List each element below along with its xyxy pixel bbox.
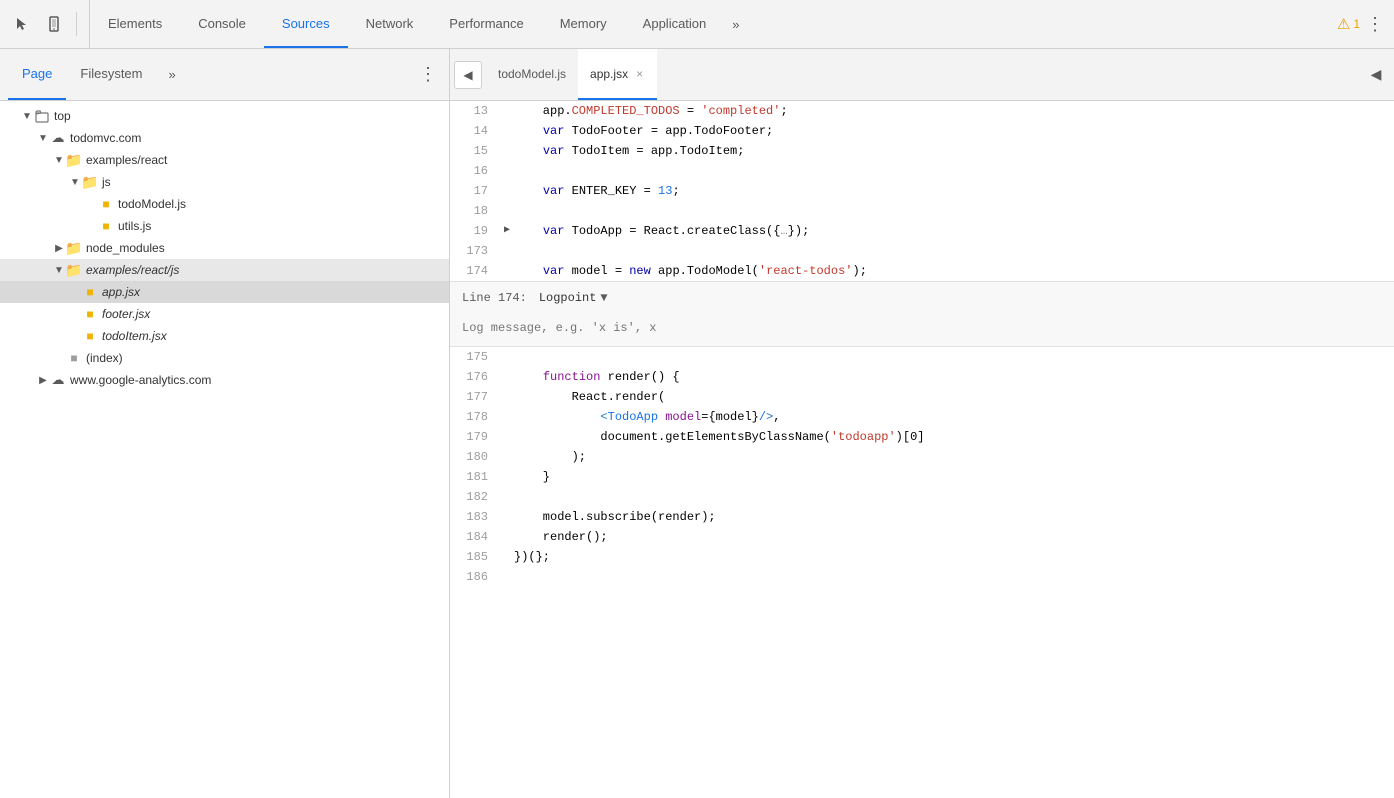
editor-tab-appjsx[interactable]: app.jsx ×	[578, 49, 657, 100]
tab-memory[interactable]: Memory	[542, 0, 625, 48]
logpoint-input-row	[450, 314, 1394, 346]
more-tabs-button[interactable]: »	[724, 0, 747, 48]
logpoint-overlay: Line 174: Logpoint ▼	[450, 281, 1394, 347]
sidebar-menu-button[interactable]: ⋮	[415, 60, 441, 89]
file-icon-todoitem-jsx: ■	[82, 328, 98, 344]
sidebar-more-tabs[interactable]: »	[161, 67, 184, 82]
file-icon-app-jsx: ■	[82, 284, 98, 300]
tab-elements[interactable]: Elements	[90, 0, 180, 48]
tree-item-todoitem-jsx[interactable]: ■ todoItem.jsx	[0, 325, 449, 347]
warning-icon: ⚠	[1337, 15, 1350, 33]
tree-item-examples-react-js[interactable]: 📁 examples/react/js	[0, 259, 449, 281]
nav-tabs: Elements Console Sources Network Perform…	[90, 0, 1327, 48]
folder-icon-node-modules: 📁	[66, 240, 82, 256]
logpoint-input[interactable]	[462, 321, 1382, 335]
tree-arrow-todomvc[interactable]	[36, 131, 50, 145]
tab-application[interactable]: Application	[625, 0, 725, 48]
sidebar-tab-filesystem[interactable]: Filesystem	[66, 49, 156, 100]
nav-icon-group	[0, 0, 90, 48]
logpoint-type: Logpoint ▼	[539, 288, 608, 308]
top-nav: Elements Console Sources Network Perform…	[0, 0, 1394, 49]
code-line-184: 184 render();	[450, 527, 1394, 547]
code-line-180: 180 );	[450, 447, 1394, 467]
code-line-174: 174 var model = new app.TodoModel('react…	[450, 261, 1394, 281]
code-line-13: 13 app.COMPLETED_TODOS = 'completed';	[450, 101, 1394, 121]
sidebar: Page Filesystem » ⋮ top	[0, 49, 450, 798]
editor-tab-todomodel[interactable]: todoModel.js	[486, 49, 578, 100]
code-line-176: 176 function render() {	[450, 367, 1394, 387]
cloud-icon-todomvc: ☁	[50, 130, 66, 146]
logpoint-dropdown[interactable]: ▼	[600, 288, 607, 308]
code-line-173: 173	[450, 241, 1394, 261]
warning-badge[interactable]: ⚠ 1	[1337, 15, 1360, 33]
more-options-button[interactable]: ⋮	[1366, 14, 1384, 35]
tree-item-google-analytics[interactable]: ☁ www.google-analytics.com	[0, 369, 449, 391]
folder-icon-examples-react: 📁	[66, 152, 82, 168]
file-icon-todomodel: ■	[98, 196, 114, 212]
main-layout: Page Filesystem » ⋮ top	[0, 49, 1394, 798]
code-line-175: 175	[450, 347, 1394, 367]
code-view[interactable]: 13 app.COMPLETED_TODOS = 'completed'; 14…	[450, 101, 1394, 798]
code-line-185: 185 })(};	[450, 547, 1394, 567]
code-line-183: 183 model.subscribe(render);	[450, 507, 1394, 527]
tree-item-app-jsx[interactable]: ■ app.jsx	[0, 281, 449, 303]
tree-arrow-google-analytics[interactable]	[36, 373, 50, 387]
tree-item-todomodel[interactable]: ■ todoModel.js	[0, 193, 449, 215]
tree-arrow-top[interactable]	[20, 109, 34, 123]
sidebar-tree: top ☁ todomvc.com 📁 examples/react	[0, 101, 449, 798]
tab-network[interactable]: Network	[348, 0, 432, 48]
editor-tabs: ◀ todoModel.js app.jsx × ◀	[450, 49, 1394, 101]
file-icon-index: ■	[66, 350, 82, 366]
tree-arrow-node-modules[interactable]	[52, 241, 66, 255]
tree-arrow-examples-react[interactable]	[52, 153, 66, 167]
tree-item-examples-react[interactable]: 📁 examples/react	[0, 149, 449, 171]
tree-arrow-examples-react-js[interactable]	[52, 263, 66, 277]
cursor-icon[interactable]	[8, 10, 36, 38]
tree-item-top[interactable]: top	[0, 105, 449, 127]
editor-back-button[interactable]: ◀	[454, 61, 482, 89]
tree-item-footer-jsx[interactable]: ■ footer.jsx	[0, 303, 449, 325]
tree-item-todomvc[interactable]: ☁ todomvc.com	[0, 127, 449, 149]
cloud-icon-google-analytics: ☁	[50, 372, 66, 388]
code-line-186: 186	[450, 567, 1394, 587]
tree-item-utils[interactable]: ■ utils.js	[0, 215, 449, 237]
code-line-19: 19 ▶ var TodoApp = React.createClass({…}…	[450, 221, 1394, 241]
tree-arrow-js[interactable]	[68, 175, 82, 189]
mobile-icon[interactable]	[40, 10, 68, 38]
tab-performance[interactable]: Performance	[431, 0, 541, 48]
folder-icon-js: 📁	[82, 174, 98, 190]
expand-arrow-19[interactable]: ▶	[504, 221, 510, 241]
sidebar-tabs: Page Filesystem » ⋮	[0, 49, 449, 101]
tab-console[interactable]: Console	[180, 0, 264, 48]
tab-sources[interactable]: Sources	[264, 0, 348, 48]
editor-collapse-button[interactable]: ◀	[1362, 61, 1390, 89]
nav-divider	[76, 12, 77, 36]
folder-plain-icon	[34, 108, 50, 124]
code-line-182: 182	[450, 487, 1394, 507]
tree-item-node-modules[interactable]: 📁 node_modules	[0, 237, 449, 259]
sidebar-tab-page[interactable]: Page	[8, 49, 66, 100]
code-line-177: 177 React.render(	[450, 387, 1394, 407]
code-line-178: 178 <TodoApp model={model}/>,	[450, 407, 1394, 427]
file-icon-utils: ■	[98, 218, 114, 234]
code-line-16: 16	[450, 161, 1394, 181]
code-line-181: 181 }	[450, 467, 1394, 487]
tree-item-js[interactable]: 📁 js	[0, 171, 449, 193]
file-icon-footer-jsx: ■	[82, 306, 98, 322]
code-line-15: 15 var TodoItem = app.TodoItem;	[450, 141, 1394, 161]
tree-item-index[interactable]: ■ (index)	[0, 347, 449, 369]
editor-tab-close-appjsx[interactable]: ×	[634, 67, 645, 81]
code-line-18: 18	[450, 201, 1394, 221]
logpoint-header: Line 174: Logpoint ▼	[450, 282, 1394, 314]
editor-area: ◀ todoModel.js app.jsx × ◀ 13 app.COMPLE…	[450, 49, 1394, 798]
code-line-17: 17 var ENTER_KEY = 13;	[450, 181, 1394, 201]
code-line-14: 14 var TodoFooter = app.TodoFooter;	[450, 121, 1394, 141]
nav-right: ⚠ 1 ⋮	[1327, 0, 1394, 48]
code-line-179: 179 document.getElementsByClassName('tod…	[450, 427, 1394, 447]
folder-icon-examples-react-js: 📁	[66, 262, 82, 278]
